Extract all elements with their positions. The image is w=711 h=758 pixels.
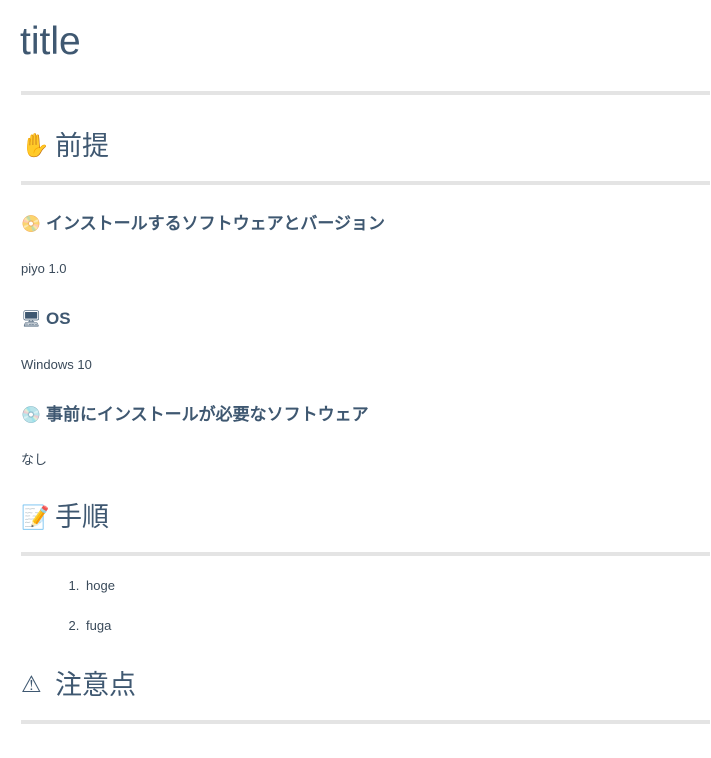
procedure-step-list: hoge fuga <box>21 577 710 635</box>
dvd-icon: 📀 <box>21 213 41 233</box>
optical-disk-icon: 💿 <box>21 405 41 425</box>
horizontal-rule-notes <box>21 719 710 724</box>
desktop-computer-icon: 🖥 <box>21 309 42 329</box>
subsection-heading-os: 🖥 OS <box>21 309 710 329</box>
section-heading-procedure-label: 手順 <box>55 502 109 533</box>
paragraph-os: Windows 10 <box>21 356 92 372</box>
paragraph-prerequisite-software: なし <box>21 452 48 468</box>
warning-icon: ⚠ <box>21 672 42 699</box>
section-heading-notes-label: 注意点 <box>55 669 136 700</box>
subsection-heading-prerequisite-software-label: 事前にインストールが必要なソフトウェア <box>46 404 369 424</box>
section-heading-notes: ⚠ 注意点 <box>21 670 710 702</box>
section-heading-procedure: 📝 手順 <box>21 502 710 534</box>
subsection-heading-os-label: OS <box>46 309 71 329</box>
document-content: title ✋ 前提 📀 インストールするソフトウェアとバージョン piyo 1… <box>0 0 711 724</box>
list-item: hoge <box>83 577 710 595</box>
subsection-heading-software-version-label: インストールするソフトウェアとバージョン <box>46 213 385 233</box>
subsection-heading-software-version: 📀 インストールするソフトウェアとバージョン <box>21 214 710 234</box>
notes-divider-wrap <box>21 719 710 724</box>
list-item: fuga <box>83 617 710 635</box>
page-title: title <box>20 20 81 63</box>
raised-hand-icon: ✋ <box>21 133 50 160</box>
section-heading-premise: ✋ 前提 <box>21 131 710 163</box>
paragraph-software-version: piyo 1.0 <box>21 261 67 277</box>
memo-icon: 📝 <box>21 504 50 531</box>
subsection-heading-prerequisite-software: 💿 事前にインストールが必要なソフトウェア <box>21 405 710 425</box>
document-page: title ✋ 前提 📀 インストールするソフトウェアとバージョン piyo 1… <box>0 0 711 724</box>
section-heading-premise-label: 前提 <box>55 130 109 161</box>
